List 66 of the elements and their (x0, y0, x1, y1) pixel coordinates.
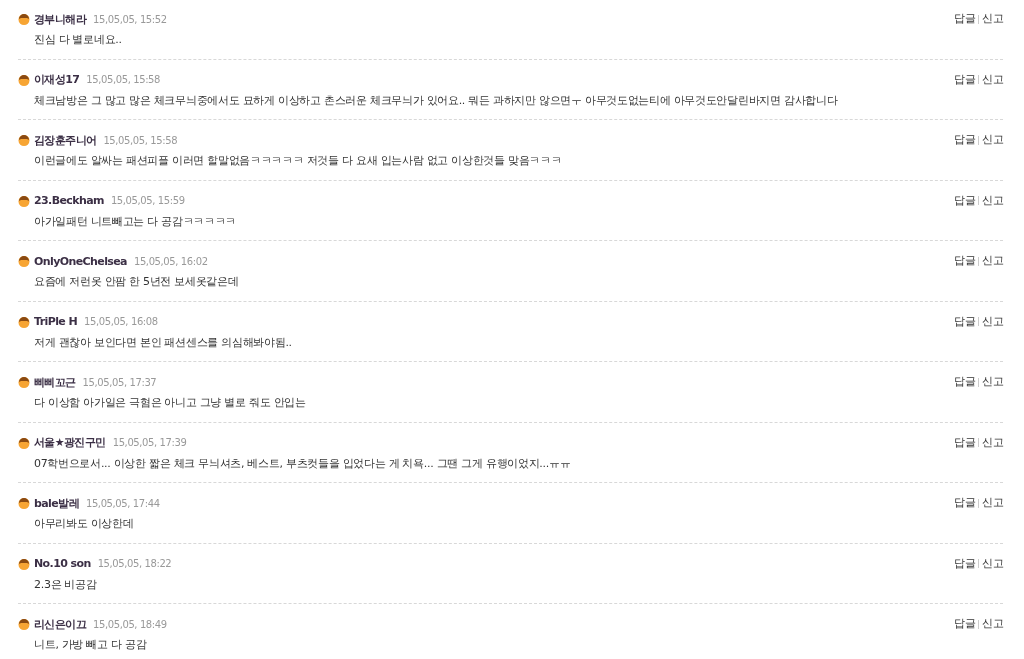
reply-link[interactable]: 답글 (954, 12, 975, 26)
reply-link[interactable]: 답글 (954, 375, 975, 389)
author-name[interactable]: 이재성17 (34, 72, 80, 87)
report-link[interactable]: 신고 (982, 496, 1003, 510)
avatar-icon (18, 73, 30, 86)
comment-time: 15,05,05, 17:39 (112, 437, 187, 448)
author-name[interactable]: bale발레 (34, 495, 79, 511)
author-name[interactable]: No.10 son (34, 557, 91, 570)
avatar-icon (18, 497, 30, 509)
report-link[interactable]: 신고 (982, 72, 1003, 87)
reply-link[interactable]: 답글 (954, 314, 975, 329)
comment-time: 15,05,05, 17:37 (82, 376, 157, 388)
report-link[interactable]: 신고 (982, 617, 1003, 631)
report-link[interactable]: 신고 (982, 435, 1003, 450)
comment-text: 아가일패턴 니트빼고는 다 공감ㅋㅋㅋㅋㅋ (33, 213, 238, 230)
comment-text: 2.3은 비공감 (33, 576, 98, 593)
comment-time: 15,05,05, 17:44 (85, 497, 160, 509)
comment-time: 15,05,05, 15:52 (93, 13, 167, 25)
comment-text: 다 이상함 아가일은 극혐은 아니고 그냥 별로 줘도 안입는 (33, 395, 307, 411)
avatar-icon (18, 376, 30, 388)
avatar-icon (18, 134, 30, 146)
author-name[interactable]: 김장훈주니어 (34, 132, 97, 148)
comment-time: 15,05,05, 18:22 (97, 558, 172, 569)
reply-link[interactable]: 답글 (954, 72, 975, 87)
comment-text: 저게 괜찮아 보인다면 본인 패션센스를 의심해봐야됨.. (33, 334, 293, 351)
avatar-icon (18, 194, 30, 207)
author-name[interactable]: TriPle H (34, 315, 78, 328)
comment-time: 15,05,05, 15:59 (110, 195, 185, 206)
author-name[interactable]: 리신은이끄 (34, 616, 86, 632)
reply-link[interactable]: 답글 (954, 435, 975, 450)
comment-text: 요즘에 저런옷 안팜 한 5년전 보세옷같은데 (33, 274, 240, 290)
avatar-icon (18, 13, 30, 25)
comment-time: 15,05,05, 18:49 (93, 618, 167, 630)
report-link[interactable]: 신고 (982, 193, 1003, 208)
avatar-icon (18, 255, 30, 267)
report-link[interactable]: 신고 (982, 12, 1003, 26)
comment-time: 15,05,05, 16:02 (133, 255, 208, 267)
comment-text: 니트, 가방 빼고 다 공감 (33, 637, 148, 653)
reply-link[interactable]: 답글 (954, 193, 975, 208)
report-link[interactable]: 신고 (982, 133, 1003, 147)
author-name[interactable]: 경부니해라 (34, 11, 86, 27)
comment-text: 아무리봐도 이상한데 (33, 516, 135, 532)
comment-text: 진심 다 별로네요.. (33, 32, 123, 48)
comment-time: 15,05,05, 15:58 (103, 134, 178, 146)
avatar-icon (18, 436, 30, 449)
reply-link[interactable]: 답글 (954, 556, 975, 571)
author-name[interactable]: 삐삐꼬근 (34, 374, 76, 390)
comment-time: 15,05,05, 16:08 (84, 316, 158, 327)
reply-link[interactable]: 답글 (954, 496, 975, 510)
reply-link[interactable]: 답글 (954, 133, 975, 147)
author-name[interactable]: 서울★광진구민 (34, 435, 106, 450)
comment-text: 이런글에도 알싸는 패션피플 이러면 할말없음ㅋㅋㅋㅋㅋ 저것들 다 요새 입는사람 없고 이상한것들 맞음ㅋㅋㅋ (33, 153, 563, 169)
reply-link[interactable]: 답글 (954, 617, 975, 631)
author-name[interactable]: 23.Beckham (34, 194, 104, 207)
report-link[interactable]: 신고 (982, 314, 1003, 329)
author-name[interactable]: OnlyOneChelsea (34, 254, 127, 268)
avatar-icon (18, 557, 30, 570)
report-link[interactable]: 신고 (982, 254, 1003, 268)
avatar-icon (18, 618, 30, 630)
comment-time: 15,05,05, 15:58 (86, 74, 161, 85)
comment-text: 체크남방은 그 많고 많은 체크무늬중에서도 묘하게 이상하고 촌스러운 체크무늬가 있어요.. 뭐든 과하지만 않으면ㅜ 아무것도없는티에 아무것도안달린바지면 감사합니다 (33, 92, 839, 109)
reply-link[interactable]: 답글 (954, 254, 975, 268)
report-link[interactable]: 신고 (982, 556, 1003, 571)
avatar-icon (18, 315, 30, 328)
report-link[interactable]: 신고 (982, 375, 1003, 389)
comment-text: 07학번으로서... 이상한 짧은 체크 무늬셔츠, 베스트, 부츠컷들을 입었다는 게 치욕... 그땐 그게 유행이었지...ㅠㅠ (33, 455, 572, 472)
